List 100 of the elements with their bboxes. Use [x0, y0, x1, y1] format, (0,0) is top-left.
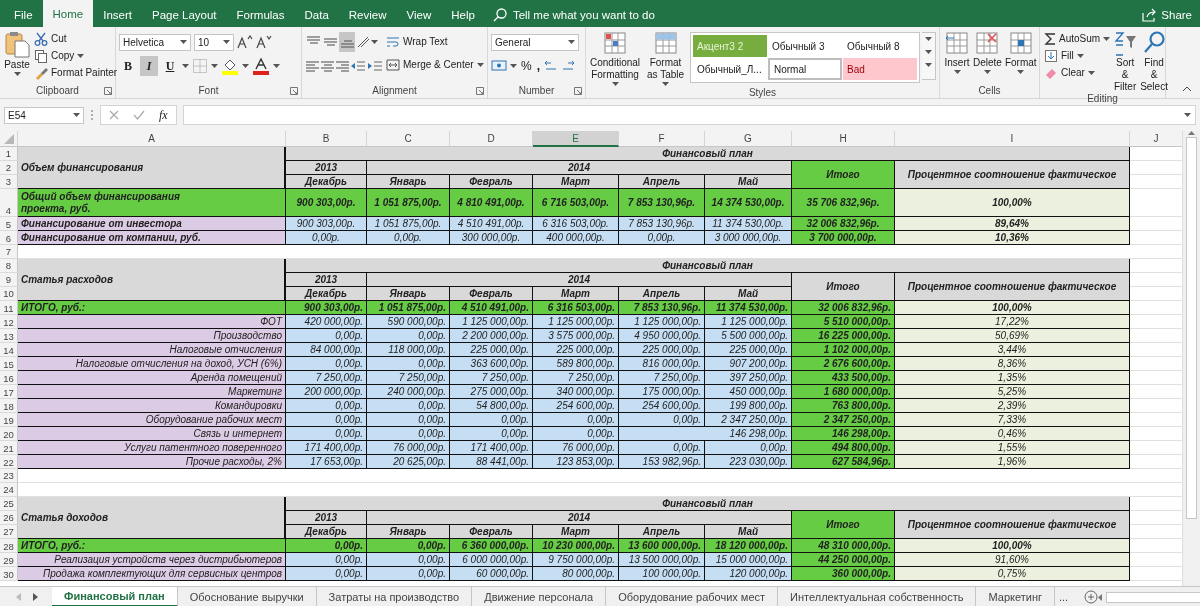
table-cell: Январь [367, 287, 450, 301]
vertical-scrollbar[interactable] [1182, 131, 1200, 586]
format-painter-button[interactable]: Format Painter [33, 64, 119, 81]
table-cell: 175 000,00р. [619, 385, 705, 399]
table-cell: 0,00р. [286, 553, 367, 567]
table-cell: 60 000,00р. [450, 567, 533, 581]
delete-button[interactable]: Delete [972, 30, 1003, 83]
table-cell: 18 120 000,00р. [705, 539, 792, 553]
more-tabs-button[interactable]: ... [1054, 587, 1073, 606]
wrap-text-button[interactable]: Wrap Text [385, 33, 485, 50]
caret-icon [211, 64, 218, 68]
menu-tab[interactable]: Help [441, 3, 485, 27]
menu-tab[interactable]: Home [42, 0, 94, 27]
sum-icon [1044, 31, 1056, 46]
cell-style-item[interactable]: Bad [843, 58, 917, 80]
fill-button[interactable]: Fill [1043, 47, 1112, 64]
sort-filter-button[interactable]: Sort & Filter [1112, 30, 1139, 93]
column-header[interactable]: H [792, 131, 895, 147]
column-header[interactable]: F [619, 131, 705, 147]
table-cell: 9 750 000,00р. [533, 553, 619, 567]
table-cell: 627 584,96р. [792, 455, 895, 469]
row-number: 23 [0, 469, 18, 483]
table-cell: Оборудование рабочих мест [18, 413, 286, 427]
format-as-table-button[interactable]: Format as Table [643, 30, 688, 86]
sheet-tab[interactable]: Финансовый план [52, 587, 178, 606]
column-header[interactable]: D [450, 131, 533, 147]
row-number: 5 [0, 217, 18, 231]
table-cell: 420 000,00р. [286, 315, 367, 329]
menu-tab[interactable]: Review [338, 3, 397, 27]
formula-bar[interactable] [182, 105, 1196, 125]
table-cell: 171 400,00р. [286, 441, 367, 455]
menu-tab[interactable]: Data [294, 3, 339, 27]
font-family-field[interactable]: Helvetica [119, 33, 191, 51]
paste-button[interactable]: Paste [3, 30, 31, 83]
menu-tab[interactable]: File [4, 3, 43, 27]
tell-me-field[interactable]: Tell me what you want to do [512, 9, 655, 21]
sheet-tab[interactable]: Маркетинг [976, 587, 1055, 606]
clear-button[interactable]: Clear [1043, 64, 1112, 81]
table-cell: 433 500,00р. [792, 371, 895, 385]
group-label: Number [518, 85, 555, 96]
dialog-launcher-icon [476, 87, 484, 95]
share-button[interactable]: Share [1142, 3, 1200, 27]
cell-style-item[interactable]: Обычный_Л... [693, 58, 767, 80]
insert-function-button[interactable]: fx [159, 107, 168, 123]
table-cell: 4 510 491,00р. [450, 301, 533, 315]
cell-style-item[interactable]: Normal [768, 58, 842, 80]
table-cell: 15 000 000,00р. [705, 553, 792, 567]
column-header[interactable]: J [1130, 131, 1182, 147]
table-cell: 1,55% [895, 441, 1130, 455]
name-box[interactable]: E54 [4, 106, 84, 124]
autosum-button[interactable]: AutoSum [1043, 30, 1112, 47]
align-lines-icon [320, 59, 334, 73]
table-cell: 91,60% [895, 553, 1130, 567]
font-size-field[interactable]: 10 [194, 33, 234, 51]
conditional-formatting-button[interactable]: Conditional Formatting [589, 30, 642, 86]
percent-button[interactable]: % [520, 56, 533, 76]
table-cell: 100,00% [895, 539, 1130, 553]
menu-tab[interactable]: Insert [93, 3, 142, 27]
table-cell: 1 125 000,00р. [450, 315, 533, 329]
table-cell: 0,00р. [286, 413, 367, 427]
column-header[interactable]: I [895, 131, 1130, 147]
sheet-tab[interactable]: Движение персонала [472, 587, 607, 606]
table-cell: ФОТ [18, 315, 286, 329]
sheet-tab[interactable]: Обоснование выручки [177, 587, 317, 606]
find-select-button[interactable]: Find & Select [1139, 30, 1169, 93]
menu-tab[interactable]: Formulas [226, 3, 295, 27]
clipboard-icon [4, 30, 30, 58]
table-cell: Финансирование от инвестора [18, 217, 286, 231]
italic-button[interactable]: I [140, 56, 158, 76]
format-button[interactable]: Format [1003, 30, 1038, 83]
sheet-tab[interactable]: Интеллектуальная собственность [778, 587, 977, 606]
table-cell: Декабрь [286, 525, 367, 539]
table-cell: 907 200,00р. [705, 357, 792, 371]
menu-tab[interactable]: Page Layout [142, 3, 227, 27]
cell-style-item[interactable]: Обычный 8 [843, 35, 917, 57]
gallery-scroll[interactable] [922, 32, 936, 80]
insert-button[interactable]: Insert [943, 30, 971, 83]
column-header[interactable]: E [533, 131, 619, 147]
sheet-tab[interactable]: Оборудование рабочих мест [606, 587, 779, 606]
number-format-field[interactable]: General [491, 33, 579, 51]
bold-button[interactable]: B [119, 56, 137, 76]
share-icon [1142, 8, 1157, 22]
column-header[interactable]: C [367, 131, 450, 147]
column-header[interactable]: G [705, 131, 792, 147]
sheet-tab[interactable]: Затраты на производство [316, 587, 473, 606]
table-cell: 275 000,00р. [450, 385, 533, 399]
caret-icon [273, 64, 280, 68]
column-header[interactable]: B [286, 131, 367, 147]
row-number: 10 [0, 287, 18, 301]
cell-style-item[interactable]: Обычный 3 [768, 35, 842, 57]
underline-button[interactable]: U [161, 56, 179, 76]
column-header[interactable]: A [18, 131, 286, 147]
caret-icon [1184, 113, 1191, 117]
merge-center-button[interactable]: Merge & Center [385, 56, 485, 73]
cut-button[interactable]: Cut [33, 30, 119, 47]
comma-button[interactable]: , [535, 56, 541, 76]
menu-tab[interactable]: View [396, 3, 442, 27]
copy-button[interactable]: Copy [33, 47, 119, 64]
table-cell: 400 000,00р. [533, 231, 619, 245]
align-button[interactable] [339, 32, 355, 52]
